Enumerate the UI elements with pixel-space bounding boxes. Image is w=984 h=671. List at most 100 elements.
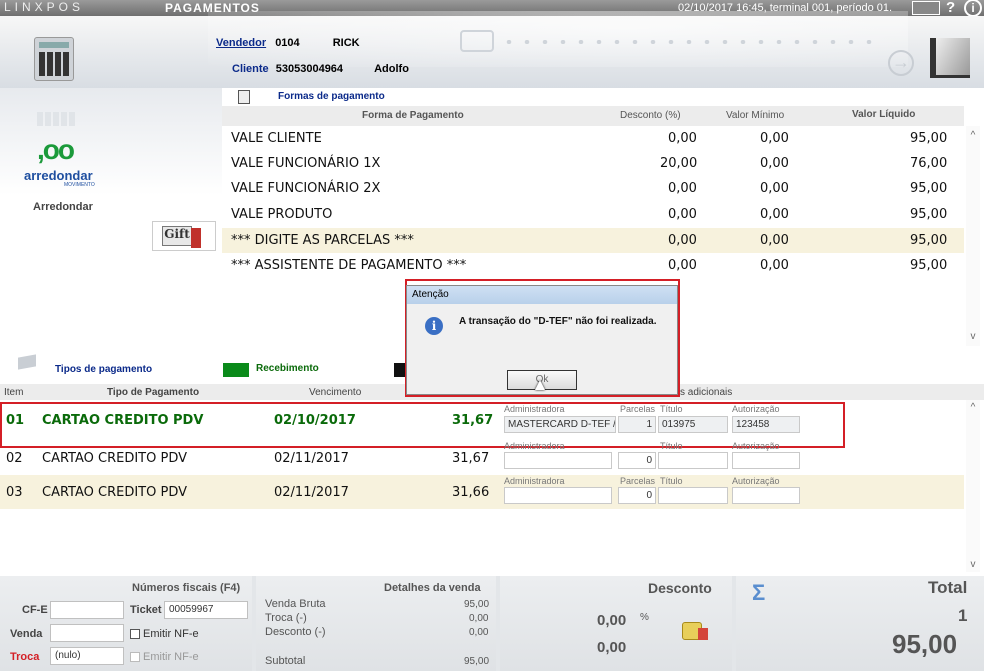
list-item[interactable]: *** ASSISTENTE DE PAGAMENTO *** 0,00 0,0… [222,253,964,278]
valor: 31,66 [452,485,490,500]
total-panel: Σ Total 1 95,00 [736,576,984,671]
troca-input[interactable]: (nulo) [50,647,124,665]
forma-name: VALE FUNCIONÁRIO 2X [231,181,381,196]
valor: 31,67 [452,451,490,466]
vendedor-label[interactable]: Vendedor [216,37,266,49]
list-item[interactable]: VALE CLIENTE 0,00 0,00 95,00 [222,126,964,151]
list-item[interactable]: VALE FUNCIONÁRIO 2X 0,00 0,00 95,00 [222,176,964,201]
admin-label: Administradora [504,441,565,451]
dots-decoration [500,40,880,44]
formas-scrollbar[interactable]: ^ v [966,126,980,346]
troca-det-label: Troca (-) [265,612,307,624]
forma-name: VALE PRODUTO [231,207,333,222]
item-number: 02 [6,451,23,466]
tab-recebimento[interactable]: Recebimento [256,363,319,374]
forma-minimo: 0,00 [760,207,789,222]
arredondar-sub: MOVIMENTO [64,182,95,188]
ticket-label: Ticket [130,604,162,616]
discount-coins-icon[interactable] [682,616,714,642]
titulo-label: Título [660,476,683,486]
cliente-label[interactable]: Cliente [232,63,269,75]
formas-tab-label: Formas de pagamento [278,91,385,102]
col-forma: Forma de Pagamento [362,110,464,121]
list-item-selected[interactable]: *** DIGITE AS PARCELAS *** 0,00 0,00 95,… [222,228,964,253]
vendedor-name: RICK [332,37,360,49]
admin-select[interactable] [504,452,612,469]
details-panel: Detalhes da venda Venda Bruta 95,00 Troc… [256,576,496,671]
help-icon[interactable]: ? [946,0,955,16]
gift-card-button[interactable]: Gift [152,221,216,251]
list-item[interactable]: VALE FUNCIONÁRIO 1X 20,00 0,00 76,00 [222,151,964,176]
keyboard-icon[interactable] [912,1,940,15]
table-row[interactable]: 03 CARTAO CREDITO PDV 02/11/2017 31,66 A… [0,475,964,509]
autorizacao-input[interactable] [732,452,800,469]
titulo-input[interactable] [658,452,728,469]
emitir-nfe-checkbox[interactable]: Emitir NF-e [130,628,199,640]
desconto-pct: 0,00 [597,612,627,629]
forma-liquido: 95,00 [910,131,948,146]
formas-tab[interactable]: Formas de pagamento [222,88,964,106]
arredondar-brand: arredondar [24,168,93,183]
formas-table-header: Forma de Pagamento Desconto (%) Valor Mí… [222,106,964,126]
forma-name: *** ASSISTENTE DE PAGAMENTO *** [231,258,467,273]
table-row[interactable]: 02 CARTAO CREDITO PDV 02/11/2017 31,67 A… [0,441,964,475]
arredondar-button[interactable]: Arredondar [33,201,93,213]
col-liquido: Valor Líquido [852,109,916,120]
forma-minimo: 0,00 [760,233,789,248]
sigma-icon: Σ [752,580,766,605]
autorizacao-input[interactable] [732,487,800,504]
forma-liquido: 95,00 [910,258,948,273]
monitor-icon [930,38,970,78]
fiscais-title: Números fiscais (F4) [132,582,241,594]
discount-panel: Desconto 0,00 % 0,00 [500,576,732,671]
desconto-val: 0,00 [597,639,627,656]
forma-name: *** DIGITE AS PARCELAS *** [231,233,414,248]
venda-bruta-label: Venda Bruta [265,598,326,610]
detalhes-title: Detalhes da venda [384,582,481,594]
info-icon: i [425,317,443,335]
admin-select[interactable] [504,487,612,504]
venda-input[interactable] [50,624,124,642]
parcelas-input[interactable]: 0 [618,487,656,504]
venda-label: Venda [10,628,43,640]
forma-liquido: 76,00 [910,156,948,171]
vendedor-code: 0104 [275,37,300,49]
scroll-down-icon[interactable]: v [966,559,980,570]
dialog-title: Atenção [407,286,677,304]
scroll-down-icon[interactable]: v [966,331,980,342]
cliente-code: 53053004964 [275,63,344,75]
forma-desconto: 0,00 [668,181,697,196]
col-item: Item [4,387,24,398]
forma-minimo: 0,00 [760,156,789,171]
footer: Números fiscais (F4) CF-E Ticket 0005996… [0,576,984,671]
info-icon[interactable]: i [964,0,982,17]
app-logo: LINXPOS [4,0,85,14]
forma-minimo: 0,00 [760,258,789,273]
tipos-scrollbar[interactable]: ^ v [966,400,980,572]
autorizacao-label: Autorização [732,441,780,451]
sale-header: → [0,11,984,88]
total-title: Total [928,578,968,597]
forma-desconto: 0,00 [668,131,697,146]
tab-tipos[interactable]: Tipos de pagamento [55,364,152,375]
admin-label: Administradora [504,476,565,486]
titulo-input[interactable] [658,487,728,504]
scroll-up-icon[interactable]: ^ [966,402,980,413]
forma-desconto: 0,00 [668,233,697,248]
forma-liquido: 95,00 [910,207,948,222]
arrow-right-icon[interactable]: → [888,50,914,76]
list-item[interactable]: VALE PRODUTO 0,00 0,00 95,00 [222,202,964,227]
forma-liquido: 95,00 [910,181,948,196]
forma-minimo: 0,00 [760,181,789,196]
desconto-det-value: 0,00 [469,627,489,638]
parcelas-input[interactable]: 0 [618,452,656,469]
col-minimo: Valor Mínimo [726,110,785,121]
scroll-up-icon[interactable]: ^ [966,130,980,141]
left-panel: ,oo arredondar MOVIMENTO Arredondar Gift [0,88,222,356]
cfe-input[interactable] [50,601,124,619]
document-icon [238,90,250,104]
ticket-input[interactable]: 00059967 [164,601,248,619]
subtotal-value: 95,00 [464,656,490,667]
cliente-row: Cliente 53053004964 Adolfo [232,63,409,75]
forma-desconto: 20,00 [660,156,698,171]
